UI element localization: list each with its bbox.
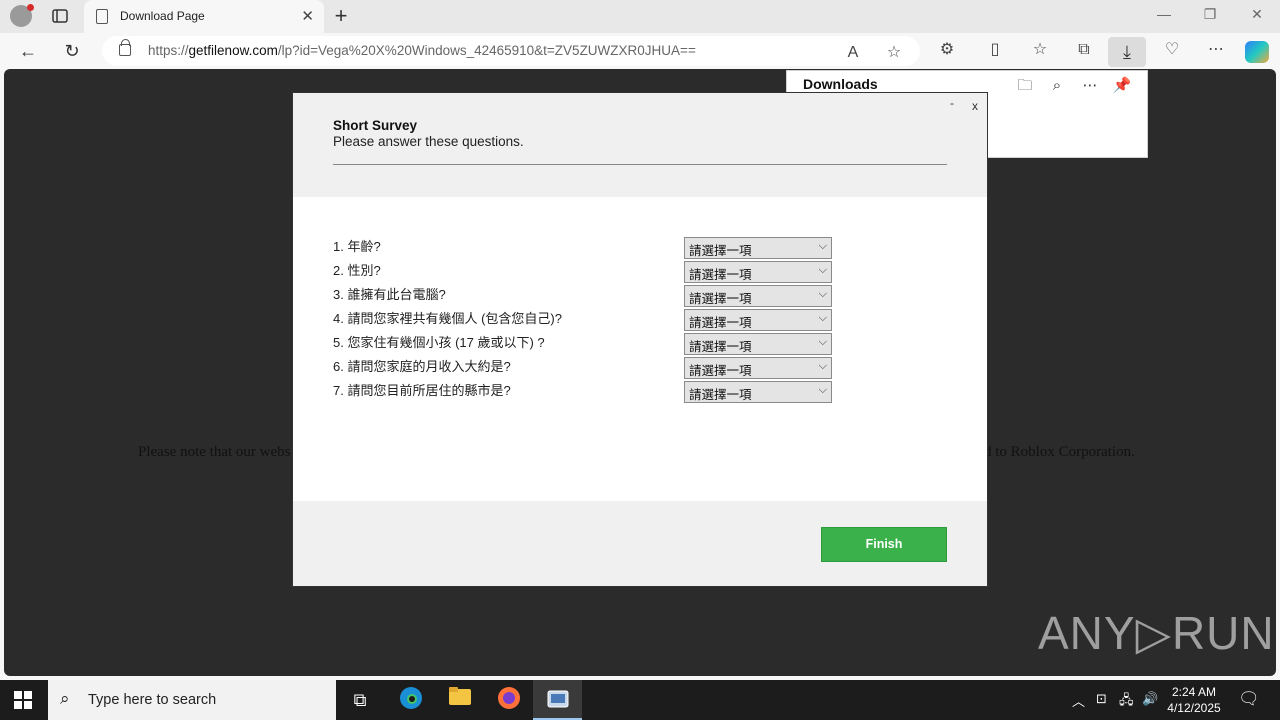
dialog-close-button[interactable]: x (972, 99, 978, 113)
survey-dialog: - x Short Survey Please answer these que… (292, 92, 988, 587)
browser-titlebar: Download Page ✕ + — ❐ ✕ (0, 0, 1280, 33)
copilot-icon[interactable] (1245, 41, 1269, 63)
read-aloud-icon[interactable]: A (842, 42, 864, 64)
question-4-select[interactable]: 請選擇一項 ⌵ (684, 309, 832, 331)
header-divider (333, 164, 947, 165)
chevron-down-icon: ⌵ (818, 360, 827, 372)
downloads-title: Downloads (803, 76, 878, 92)
finish-button[interactable]: Finish (821, 527, 947, 562)
select-value: 請選擇一項 (689, 340, 752, 354)
address-bar[interactable]: https://getfilenow.com/lp?id=Vega%20X%20… (102, 36, 920, 66)
select-value: 請選擇一項 (689, 388, 752, 402)
tab-title: Download Page (120, 9, 205, 23)
clock-date: 4/12/2025 (1167, 701, 1221, 715)
page-notice-left: Please note that our webs (138, 444, 291, 460)
lock-icon[interactable] (119, 39, 131, 56)
anyrun-watermark: ANY▷RUN (1038, 607, 1275, 659)
chevron-down-icon: ⌵ (818, 384, 827, 396)
windows-start-icon[interactable] (14, 691, 32, 709)
edge-browser-icon[interactable] (396, 686, 426, 714)
select-value: 請選擇一項 (689, 364, 752, 378)
page-notice-right: d to Roblox Corporation. (984, 444, 1135, 460)
dialog-minimize-button[interactable]: - (950, 96, 954, 110)
file-explorer-icon[interactable] (445, 686, 475, 714)
new-tab-button[interactable]: + (330, 3, 352, 29)
browser-navbar: ← ↻ https://getfilenow.com/lp?id=Vega%20… (0, 33, 1280, 69)
question-label: 1. 年齡? (333, 239, 381, 254)
question-label: 2. 性別? (333, 263, 381, 278)
select-value: 請選擇一項 (689, 292, 752, 306)
page-icon (96, 9, 108, 24)
notification-icon[interactable]: 🗨 (1238, 689, 1260, 709)
tab-actions-icon[interactable] (50, 7, 70, 25)
extensions-icon[interactable]: ⚙ (936, 39, 958, 61)
question-5-select[interactable]: 請選擇一項 ⌵ (684, 333, 832, 355)
select-value: 請選擇一項 (689, 268, 752, 282)
open-folder-icon[interactable]: 🗀 (1014, 75, 1036, 97)
survey-header: - x Short Survey Please answer these que… (293, 93, 987, 197)
chevron-down-icon: ⌵ (818, 240, 827, 252)
tab-close-icon[interactable]: ✕ (301, 7, 314, 25)
survey-title: Short Survey (333, 118, 418, 133)
url-path: /lp?id=Vega%20X%20Windows_42465910&t=ZV5… (277, 43, 696, 58)
restore-button[interactable]: ❐ (1200, 6, 1220, 23)
chevron-down-icon: ⌵ (818, 336, 827, 348)
question-label: 7. 請問您目前所居住的縣市是? (333, 383, 511, 398)
pin-icon[interactable]: 📌 (1111, 75, 1133, 97)
select-value: 請選擇一項 (689, 244, 752, 258)
network-drive-icon[interactable]: ⊡ (1096, 691, 1107, 707)
favorites-icon[interactable]: ☆ (1029, 39, 1051, 61)
split-screen-icon[interactable]: ▯ (984, 39, 1006, 61)
back-arrow-icon[interactable]: ← (16, 39, 40, 63)
survey-subtitle: Please answer these questions. (333, 134, 524, 149)
firefox-icon[interactable] (494, 686, 524, 714)
clock-time: 2:24 AM (1171, 685, 1217, 699)
url-text[interactable]: https://getfilenow.com/lp?id=Vega%20X%20… (148, 43, 696, 58)
more-menu-icon[interactable]: ⋯ (1205, 39, 1227, 61)
active-app-taskbar-button[interactable] (533, 680, 582, 720)
task-view-icon[interactable]: ⧉ (345, 686, 375, 714)
question-7-select[interactable]: 請選擇一項 ⌵ (684, 381, 832, 403)
close-window-button[interactable]: ✕ (1247, 6, 1267, 23)
select-value: 請選擇一項 (689, 316, 752, 330)
question-3-select[interactable]: 請選擇一項 ⌵ (684, 285, 832, 307)
refresh-icon[interactable]: ↻ (60, 39, 84, 63)
more-options-icon[interactable]: ⋯ (1079, 75, 1101, 97)
downloads-icon[interactable]: ⤓ (1108, 37, 1146, 67)
browser-essentials-icon[interactable]: ♡ (1161, 39, 1183, 61)
show-hidden-icons-icon[interactable]: ︿ (1072, 691, 1085, 710)
question-6-select[interactable]: 請選擇一項 ⌵ (684, 357, 832, 379)
collections-icon[interactable]: ⧉ (1073, 39, 1095, 61)
system-clock[interactable]: 2:24 AM 4/12/2025 (1160, 684, 1228, 716)
search-placeholder: Type here to search (88, 692, 217, 708)
taskbar: ⌕ Type here to search ⧉ ︿ ⊡ 🖧 🔊 2:24 AM … (0, 680, 1280, 720)
favorite-star-icon[interactable]: ☆ (883, 42, 905, 64)
question-1-select[interactable]: 請選擇一項 ⌵ (684, 237, 832, 259)
taskbar-search-box[interactable]: ⌕ Type here to search (48, 680, 336, 720)
question-label: 3. 誰擁有此台電腦? (333, 287, 446, 302)
network-icon[interactable]: 🖧 (1119, 691, 1134, 713)
chevron-down-icon: ⌵ (818, 264, 827, 276)
search-icon[interactable]: ⌕ (1046, 75, 1068, 97)
question-label: 5. 您家住有幾個小孩 (17 歲或以下) ? (333, 335, 545, 350)
tab-download-page[interactable]: Download Page ✕ (84, 0, 324, 33)
chevron-down-icon: ⌵ (818, 312, 827, 324)
question-label: 6. 請問您家庭的月收入大約是? (333, 359, 511, 374)
profile-avatar-icon[interactable] (10, 4, 34, 27)
question-label: 4. 請問您家裡共有幾個人 (包含您自己)? (333, 311, 562, 326)
minimize-button[interactable]: — (1154, 6, 1174, 22)
url-host: getfilenow.com (188, 43, 278, 58)
volume-icon[interactable]: 🔊 (1142, 691, 1158, 707)
url-prefix: https:// (148, 43, 189, 58)
question-2-select[interactable]: 請選擇一項 ⌵ (684, 261, 832, 283)
chevron-down-icon: ⌵ (818, 288, 827, 300)
search-icon: ⌕ (60, 689, 70, 708)
